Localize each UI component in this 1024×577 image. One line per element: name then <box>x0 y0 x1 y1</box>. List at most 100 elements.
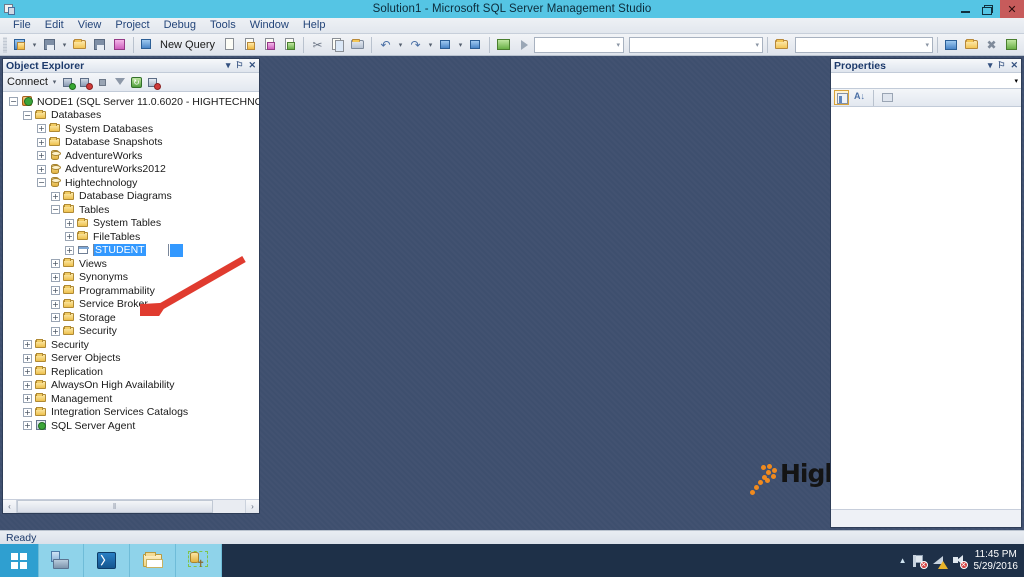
close-button[interactable]: ✕ <box>1000 0 1024 18</box>
taskbar-file-explorer[interactable] <box>130 544 176 577</box>
object-explorer-tree[interactable]: − NODE1 (SQL Server 11.0.6020 - HIGHTECHN… <box>3 92 259 499</box>
properties-window-icon[interactable] <box>962 35 981 54</box>
expand-toggle-icon[interactable]: + <box>37 151 46 161</box>
new-mdx-query-icon[interactable] <box>260 35 279 54</box>
execute-icon[interactable] <box>514 35 533 54</box>
tree-node[interactable]: + Storage <box>3 311 259 325</box>
expand-toggle-icon[interactable]: + <box>51 313 60 323</box>
expand-toggle-icon[interactable]: + <box>51 272 60 282</box>
disconnect-all-icon[interactable] <box>146 75 161 90</box>
collapse-toggle-icon[interactable]: − <box>37 178 46 188</box>
close-panel-icon[interactable]: ✕ <box>1010 60 1018 71</box>
properties-object-select[interactable]: ▾ <box>831 73 1021 89</box>
copy-icon[interactable] <box>328 35 347 54</box>
restore-button[interactable] <box>977 0 1000 18</box>
tree-node[interactable]: + STUDENT <box>3 243 259 258</box>
new-dmx-query-icon[interactable] <box>280 35 299 54</box>
window-position-dropdown-icon[interactable]: ▾ <box>226 60 231 71</box>
menu-edit[interactable]: Edit <box>38 18 71 33</box>
tree-node[interactable]: + AdventureWorks2012 <box>3 163 259 177</box>
categorized-view-icon[interactable] <box>834 90 849 105</box>
tree-node[interactable]: + SQL Server Agent <box>3 419 259 433</box>
open-file-icon[interactable] <box>70 35 89 54</box>
new-item-icon[interactable] <box>10 35 29 54</box>
expand-toggle-icon[interactable]: + <box>65 245 74 255</box>
tree-node[interactable]: + Database Snapshots <box>3 136 259 150</box>
collapse-toggle-icon[interactable]: − <box>23 110 32 120</box>
tree-node[interactable]: + FileTables <box>3 230 259 244</box>
expand-toggle-icon[interactable]: + <box>37 164 46 174</box>
volume-icon[interactable]: ✕ <box>952 553 968 569</box>
auto-hide-pin-icon[interactable]: ⚐ <box>235 60 243 71</box>
expand-toggle-icon[interactable]: + <box>37 137 46 147</box>
new-table-dropdown-icon[interactable]: ▾ <box>60 35 69 54</box>
tree-node[interactable]: + System Databases <box>3 122 259 136</box>
object-explorer-icon[interactable] <box>772 35 791 54</box>
expand-toggle-icon[interactable]: + <box>65 218 74 228</box>
tree-node[interactable]: + Management <box>3 392 259 406</box>
save-all-icon[interactable] <box>110 35 129 54</box>
network-icon[interactable] <box>932 553 948 569</box>
tree-node[interactable]: − NODE1 (SQL Server 11.0.6020 - HIGHTECHN… <box>3 95 259 109</box>
taskbar-ssms[interactable]: ✝ <box>176 544 222 577</box>
action-center-icon[interactable]: ✕ <box>912 553 928 569</box>
menu-tools[interactable]: Tools <box>203 18 243 33</box>
window-position-dropdown-icon[interactable]: ▾ <box>988 60 993 71</box>
menu-debug[interactable]: Debug <box>157 18 203 33</box>
close-panel-icon[interactable]: ✕ <box>248 60 256 71</box>
expand-toggle-icon[interactable]: + <box>51 191 60 201</box>
tree-node[interactable]: + Service Broker <box>3 298 259 312</box>
toolbar-combo-2[interactable]: ▾ <box>629 36 764 53</box>
expand-toggle-icon[interactable]: + <box>51 286 60 296</box>
tree-node[interactable]: + AlwaysOn High Availability <box>3 379 259 393</box>
show-hidden-icons-button[interactable]: ▲ <box>899 556 907 565</box>
auto-hide-pin-icon[interactable]: ⚐ <box>997 60 1005 71</box>
menu-window[interactable]: Window <box>243 18 296 33</box>
navigate-backward-dropdown-icon[interactable]: ▾ <box>456 35 465 54</box>
new-item-dropdown-icon[interactable]: ▾ <box>30 35 39 54</box>
scroll-thumb[interactable]: ‖ <box>17 500 213 513</box>
connect-dropdown-icon[interactable]: ▾ <box>50 73 59 92</box>
expand-toggle-icon[interactable]: + <box>51 326 60 336</box>
connect-object-explorer-icon[interactable] <box>61 75 76 90</box>
menu-file[interactable]: File <box>6 18 38 33</box>
tree-node[interactable]: + Integration Services Catalogs <box>3 406 259 420</box>
new-query-icon[interactable] <box>138 35 157 54</box>
expand-toggle-icon[interactable]: + <box>23 353 32 363</box>
expand-toggle-icon[interactable]: + <box>23 367 32 377</box>
scroll-track[interactable]: ‖ <box>17 500 245 513</box>
show-diagram-pane-icon[interactable] <box>494 35 513 54</box>
stop-icon[interactable] <box>95 75 110 90</box>
menu-view[interactable]: View <box>71 18 109 33</box>
tree-node[interactable]: + Database Diagrams <box>3 190 259 204</box>
toolbar-combo-1[interactable]: ▾ <box>534 36 625 53</box>
expand-toggle-icon[interactable]: + <box>65 232 74 242</box>
start-button[interactable] <box>0 544 38 577</box>
redo-dropdown-icon[interactable]: ▾ <box>426 35 435 54</box>
expand-toggle-icon[interactable]: + <box>23 407 32 417</box>
toolbox-icon[interactable]: ✖ <box>982 35 1001 54</box>
expand-toggle-icon[interactable]: + <box>23 421 32 431</box>
refresh-icon[interactable]: ↻ <box>129 75 144 90</box>
tree-node[interactable]: + Views <box>3 257 259 271</box>
collapse-toggle-icon[interactable]: − <box>9 97 18 107</box>
navigate-forward-icon[interactable] <box>466 35 485 54</box>
expand-toggle-icon[interactable]: + <box>23 394 32 404</box>
new-analysis-services-query-icon[interactable] <box>240 35 259 54</box>
taskbar-server-manager[interactable] <box>38 544 84 577</box>
object-explorer-horizontal-scrollbar[interactable]: ‹ ‖ › <box>3 499 259 513</box>
collapse-toggle-icon[interactable]: − <box>51 205 60 215</box>
object-explorer-details-icon[interactable] <box>1002 35 1021 54</box>
disconnect-object-explorer-icon[interactable] <box>78 75 93 90</box>
tree-node[interactable]: + Synonyms <box>3 271 259 285</box>
tree-node[interactable]: + Server Objects <box>3 352 259 366</box>
undo-icon[interactable]: ↶ <box>376 35 395 54</box>
rename-textbox[interactable]: STUDENT <box>93 244 169 257</box>
toolbar-grip[interactable] <box>3 36 7 53</box>
cut-icon[interactable]: ✂ <box>308 35 327 54</box>
tree-node[interactable]: + System Tables <box>3 217 259 231</box>
menu-project[interactable]: Project <box>108 18 156 33</box>
expand-toggle-icon[interactable]: + <box>23 380 32 390</box>
minimize-button[interactable] <box>954 0 977 18</box>
new-database-engine-query-icon[interactable] <box>220 35 239 54</box>
